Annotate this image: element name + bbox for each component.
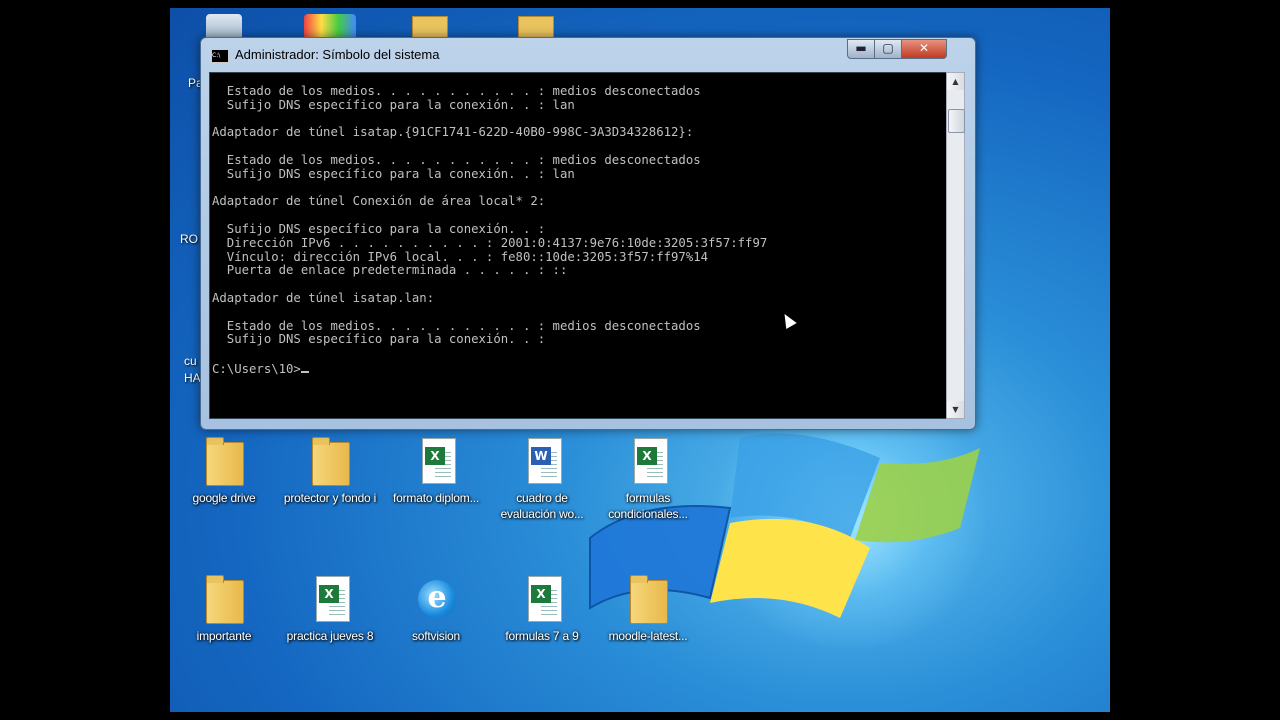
word-icon: W: [528, 438, 562, 484]
desktop-icon-label: moodle-latest...: [608, 629, 688, 643]
console-line: Dirección IPv6 . . . . . . . . . . : 200…: [212, 235, 768, 250]
scroll-up-icon[interactable]: ▲: [947, 73, 964, 90]
window-titlebar[interactable]: C:\ Administrador: Símbolo del sistema ▬…: [201, 38, 975, 72]
console-line: Sufijo DNS específico para la conexión. …: [212, 97, 575, 112]
desktop-icon-label: cuadro de evaluación wo...: [500, 491, 584, 521]
scroll-down-icon[interactable]: ▼: [947, 401, 964, 418]
desktop-label-partial[interactable]: RO: [180, 232, 198, 246]
desktop-icon-protector[interactable]: protector y fondo i: [276, 434, 384, 506]
console-line: Adaptador de túnel isatap.{91CF1741-622D…: [212, 125, 694, 140]
desktop-icon-label: formulas condicionales...: [608, 491, 688, 521]
console-line: Puerta de enlace predeterminada . . . . …: [212, 263, 568, 278]
desktop-icon-moodle[interactable]: moodle-latest...: [594, 572, 702, 644]
console-prompt[interactable]: C:\Users\10>: [212, 362, 301, 376]
desktop-icon-label: protector y fondo i: [283, 491, 377, 505]
desktop-icon-label: formato diplom...: [393, 491, 479, 505]
console-area[interactable]: Estado de los medios. . . . . . . . . . …: [209, 72, 947, 419]
console-line: Vínculo: dirección IPv6 local. . . : fe8…: [212, 249, 709, 264]
desktop-icon-google-drive[interactable]: google drive: [170, 434, 278, 506]
desktop-icon-importante[interactable]: importante: [170, 572, 278, 644]
cmd-icon: C:\: [211, 49, 229, 63]
desktop-icon-label: formulas 7 a 9: [505, 629, 579, 643]
desktop-icon-label: softvision: [411, 629, 461, 643]
desktop-icon-practica[interactable]: X practica jueves 8: [276, 572, 384, 644]
close-button[interactable]: ✕: [901, 39, 947, 59]
desktop-icon-label: google drive: [192, 491, 256, 505]
folder-icon: [206, 437, 244, 486]
desktop-label-partial[interactable]: HA: [184, 371, 201, 385]
desktop-icon-label: practica jueves 8: [286, 629, 374, 643]
command-prompt-window[interactable]: C:\ Administrador: Símbolo del sistema ▬…: [200, 37, 976, 430]
excel-icon: X: [422, 438, 456, 484]
console-output: Estado de los medios. . . . . . . . . . …: [212, 84, 768, 377]
desktop-icon-softvision[interactable]: e softvision: [382, 572, 490, 644]
internet-explorer-icon: e: [418, 580, 456, 618]
maximize-button[interactable]: ▢: [874, 39, 902, 59]
desktop-label-partial[interactable]: cu: [184, 354, 197, 368]
desktop-icon-formulas-condicionales[interactable]: X formulas condicionales...: [594, 434, 702, 522]
folder-icon: [312, 437, 350, 486]
desktop-icon-formulas-7a9[interactable]: X formulas 7 a 9: [488, 572, 596, 644]
window-title: Administrador: Símbolo del sistema: [235, 47, 440, 62]
vertical-scrollbar[interactable]: ▲ ▼: [946, 72, 965, 419]
excel-icon: X: [634, 438, 668, 484]
text-cursor: [300, 361, 309, 373]
desktop-icon-cuadro[interactable]: W cuadro de evaluación wo...: [488, 434, 596, 522]
folder-icon: [206, 575, 244, 624]
console-line: Sufijo DNS específico para la conexión. …: [212, 332, 546, 347]
scrollbar-thumb[interactable]: [948, 109, 965, 133]
minimize-button[interactable]: ▬: [847, 39, 875, 59]
console-line: Adaptador de túnel isatap.lan:: [212, 290, 435, 305]
excel-icon: X: [316, 576, 350, 622]
console-line: Estado de los medios. . . . . . . . . . …: [212, 152, 701, 167]
desktop-icon-label: importante: [196, 629, 252, 643]
folder-icon: [630, 575, 668, 624]
excel-icon: X: [528, 576, 562, 622]
console-line: Estado de los medios. . . . . . . . . . …: [212, 84, 701, 98]
desktop-icon-formato[interactable]: X formato diplom...: [382, 434, 490, 506]
console-line: Adaptador de túnel Conexión de área loca…: [212, 194, 546, 209]
console-line: Sufijo DNS específico para la conexión. …: [212, 166, 575, 181]
console-line: Sufijo DNS específico para la conexión. …: [212, 221, 546, 236]
console-line: Estado de los medios. . . . . . . . . . …: [212, 318, 701, 333]
